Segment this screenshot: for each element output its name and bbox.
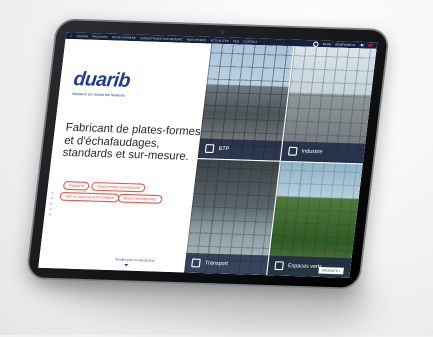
- slider-dots[interactable]: [48, 191, 54, 216]
- devis-express-button[interactable]: DEVIS EXPRESS FREE: [117, 193, 163, 205]
- leaf-icon: [274, 261, 285, 271]
- sector-grid: BTP Industrie Transport Espaces verts PR…: [184, 43, 377, 278]
- nav-account-link[interactable]: ACHEVOIR LA: [335, 43, 355, 47]
- brand-tagline: Novateur sur toutes les hauteurs: [71, 91, 126, 98]
- tile-label: Transport: [204, 260, 229, 268]
- slider-dot[interactable]: [51, 191, 54, 194]
- tablet-device: ⌂ DUARIB PRODUITS DEVIS EXPRESS CONCEPTI…: [27, 20, 389, 288]
- nav-spacer: [262, 42, 309, 44]
- produits-button[interactable]: PRODUITS: [62, 181, 91, 192]
- hero-panel: duarib Novateur sur toutes les hauteurs …: [38, 38, 212, 273]
- tile-industrie[interactable]: Industrie: [281, 46, 377, 163]
- tile-label: Industrie: [301, 147, 323, 155]
- slider-dot[interactable]: [50, 197, 54, 200]
- tile-label: Espaces verts: [287, 262, 323, 271]
- nav-item-devis-express[interactable]: DEVIS EXPRESS: [112, 35, 136, 39]
- nav-item-contact[interactable]: CONTACT: [243, 40, 257, 44]
- home-icon[interactable]: ⌂: [70, 34, 73, 38]
- tile-btp[interactable]: BTP: [198, 43, 294, 161]
- nav-item-actualites[interactable]: ACTUALITÉS: [210, 39, 229, 43]
- scroll-hint[interactable]: Scroller pour en savoir plus: [115, 257, 155, 263]
- conceptions-button[interactable]: CONCEPTIONS SUR-MESURE: [90, 181, 146, 193]
- chevron-down-icon[interactable]: [124, 263, 129, 267]
- duarib-logo[interactable]: duarib: [72, 68, 131, 93]
- nav-item-nos-offres[interactable]: NOS OFFRES: [187, 38, 207, 42]
- nav-item-faq[interactable]: FAQ: [233, 39, 239, 42]
- slider-dot[interactable]: [50, 202, 53, 205]
- helmet-icon: [205, 143, 215, 153]
- tile-label-bar: BTP: [198, 137, 283, 161]
- tile-espaces-verts[interactable]: Espaces verts PRODUITS +: [267, 161, 363, 278]
- produits-tab[interactable]: PRODUITS +: [318, 267, 344, 275]
- flag-en-icon[interactable]: [368, 43, 373, 47]
- factory-icon: [288, 146, 298, 156]
- tile-label-bar: Transport: [184, 252, 269, 276]
- tile-label: BTP: [218, 145, 230, 152]
- nav-item-conceptions[interactable]: CONCEPTIONS SUR-MESURE: [140, 36, 183, 41]
- tile-transport[interactable]: Transport: [184, 158, 280, 276]
- nav-blog-link[interactable]: BLOG: [323, 42, 332, 46]
- tile-label-bar: Industrie: [281, 140, 366, 163]
- aide-choix-button[interactable]: AIDE AU CHOIX PLATES-FORMES: [59, 191, 120, 203]
- nav-item-duarib[interactable]: DUARIB: [76, 34, 88, 38]
- flag-fr-icon[interactable]: [359, 43, 365, 47]
- tablet-screen: ⌂ DUARIB PRODUITS DEVIS EXPRESS CONCEPTI…: [38, 32, 378, 278]
- truck-icon: [191, 258, 202, 268]
- slider-dot[interactable]: [49, 207, 52, 211]
- hero-heading: Fabricant de plates-formes et d'échafaud…: [62, 120, 202, 164]
- nav-item-produits[interactable]: PRODUITS: [92, 35, 108, 39]
- search-icon[interactable]: [312, 40, 319, 47]
- slider-dot[interactable]: [48, 213, 52, 216]
